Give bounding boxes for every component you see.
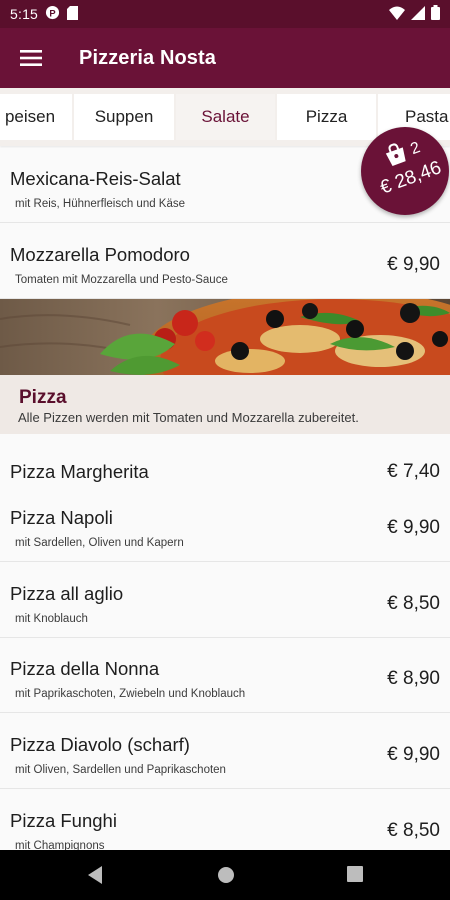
item-description: Tomaten mit Mozzarella und Pesto-Sauce — [15, 274, 228, 286]
list-item[interactable]: Pizza Funghi mit Champignons € 8,50 — [0, 790, 450, 850]
tab-salate[interactable]: Salate — [176, 94, 275, 140]
app-title: Pizzeria Nosta — [79, 46, 217, 69]
cart-button[interactable]: 2 € 28,46 — [361, 127, 449, 215]
status-bar: 5:15 P — [0, 0, 450, 28]
section-title: Pizza — [19, 387, 67, 408]
status-time: 5:15 — [10, 6, 39, 22]
tab-pizza[interactable]: Pizza — [277, 94, 376, 140]
item-name: Pizza all aglio — [10, 583, 124, 604]
tab-label: Suppen — [94, 107, 154, 126]
tab-vorspeisen[interactable]: peisen — [0, 94, 72, 140]
item-name: Pizza della Nonna — [10, 658, 160, 679]
item-name: Pizza Napoli — [10, 507, 113, 528]
item-price: € 9,90 — [387, 254, 440, 275]
item-name: Pizza Diavolo (scharf) — [10, 734, 190, 755]
section-header-pizza: Pizza Alle Pizzen werden mit Tomaten und… — [0, 375, 450, 434]
item-description: mit Sardellen, Oliven und Kapern — [15, 537, 184, 549]
p-badge-icon: P — [45, 5, 60, 23]
list-item[interactable]: Mozzarella Pomodoro Tomaten mit Mozzarel… — [0, 224, 450, 299]
battery-icon — [431, 5, 440, 23]
item-price: € 7,40 — [387, 461, 440, 482]
item-name: Mexicana-Reis-Salat — [10, 168, 181, 189]
tab-label: peisen — [4, 107, 56, 126]
section-description: Alle Pizzen werden mit Tomaten und Mozza… — [18, 410, 359, 425]
item-description: mit Paprikaschoten, Zwiebeln und Knoblau… — [15, 688, 246, 700]
sd-card-icon — [67, 5, 79, 23]
wifi-icon — [389, 6, 405, 23]
item-price: € 8,50 — [387, 593, 440, 614]
item-price: € 9,90 — [387, 517, 440, 538]
cart-count: 2 — [408, 139, 423, 159]
back-icon[interactable] — [86, 865, 104, 890]
item-description: mit Reis, Hühnerfleisch und Käse — [15, 198, 186, 210]
list-item[interactable]: Pizza della Nonna mit Paprikaschoten, Zw… — [0, 638, 450, 713]
item-name: Mozzarella Pomodoro — [10, 244, 190, 265]
list-item[interactable]: Pizza all aglio mit Knoblauch € 8,50 — [0, 563, 450, 638]
svg-text:P: P — [49, 8, 55, 18]
tab-label: Pizza — [305, 107, 348, 126]
item-price: € 9,90 — [387, 744, 440, 765]
item-description: mit Knoblauch — [15, 613, 88, 625]
item-price: € 8,90 — [387, 668, 440, 689]
tab-label: Salate — [201, 107, 250, 126]
list-item[interactable]: Pizza Napoli mit Sardellen, Oliven und K… — [0, 487, 450, 562]
list-item[interactable]: Pizza Diavolo (scharf) mit Oliven, Sarde… — [0, 714, 450, 789]
pizza-banner-image — [0, 299, 450, 375]
home-icon[interactable] — [216, 865, 236, 890]
cellular-signal-icon — [411, 5, 425, 23]
tab-suppen[interactable]: Suppen — [74, 94, 174, 140]
item-description: mit Champignons — [15, 840, 105, 850]
app-bar: Pizzeria Nosta — [0, 28, 450, 88]
menu-list: Mexicana-Reis-Salat mit Reis, Hühnerflei… — [0, 148, 450, 850]
item-name: Pizza Margherita — [10, 461, 149, 482]
item-description: mit Oliven, Sardellen und Paprikaschoten — [15, 764, 226, 776]
navigation-bar — [0, 850, 450, 900]
recents-icon[interactable] — [346, 865, 364, 888]
item-price: € 8,50 — [387, 820, 440, 841]
item-name: Pizza Funghi — [10, 810, 117, 831]
hamburger-menu-icon[interactable] — [0, 28, 62, 88]
